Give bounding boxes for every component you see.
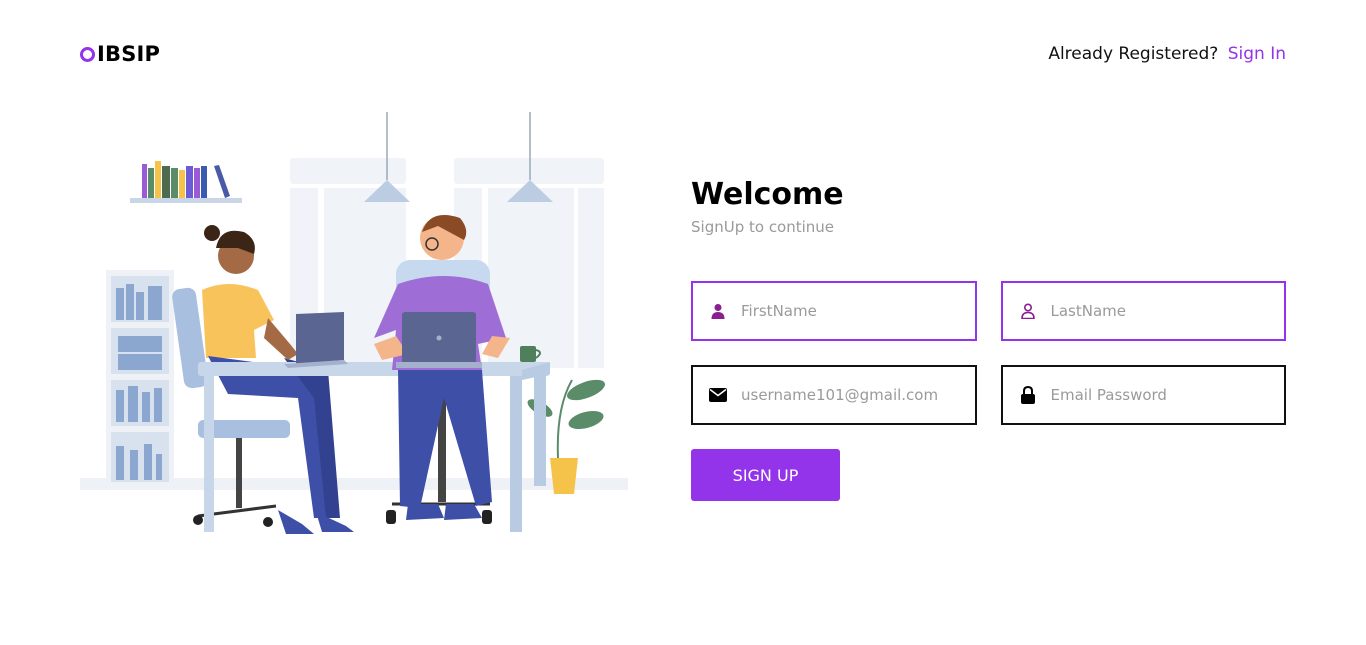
envelope-icon — [709, 386, 727, 404]
signup-form: Welcome SignUp to continue FirstName Las… — [691, 176, 1286, 501]
first-name-placeholder: FirstName — [741, 302, 817, 320]
signup-button[interactable]: SIGN UP — [691, 449, 840, 501]
logo[interactable]: IBSIP — [80, 42, 160, 66]
password-field[interactable]: Email Password — [1000, 365, 1286, 425]
last-name-field[interactable]: LastName — [1000, 281, 1286, 341]
office-illustration-svg — [80, 112, 628, 534]
already-registered-text: Already Registered? — [1048, 44, 1219, 64]
name-row: FirstName LastName — [691, 281, 1286, 341]
office-illustration — [78, 108, 630, 552]
password-placeholder: Email Password — [1050, 386, 1167, 404]
logo-circle-icon — [80, 46, 95, 62]
credentials-row: username101@gmail.com Email Password — [691, 365, 1286, 425]
welcome-subtitle: SignUp to continue — [691, 218, 835, 236]
first-name-field[interactable]: FirstName — [691, 281, 977, 341]
user-filled-icon — [709, 302, 727, 320]
header-signin-prompt: Already Registered? Sign In — [1048, 44, 1286, 64]
email-field[interactable]: username101@gmail.com — [691, 365, 977, 425]
signup-page: IBSIP Already Registered? Sign In Welcom… — [0, 0, 1366, 645]
welcome-title: Welcome — [691, 177, 844, 212]
logo-text: IBSIP — [97, 42, 161, 66]
bookshelf-icon — [130, 161, 242, 203]
user-outline-icon — [1019, 302, 1037, 320]
lock-icon — [1019, 386, 1037, 404]
email-placeholder: username101@gmail.com — [741, 386, 939, 404]
last-name-placeholder: LastName — [1050, 302, 1127, 320]
storage-shelf-icon — [106, 270, 174, 488]
signin-link[interactable]: Sign In — [1228, 44, 1286, 64]
